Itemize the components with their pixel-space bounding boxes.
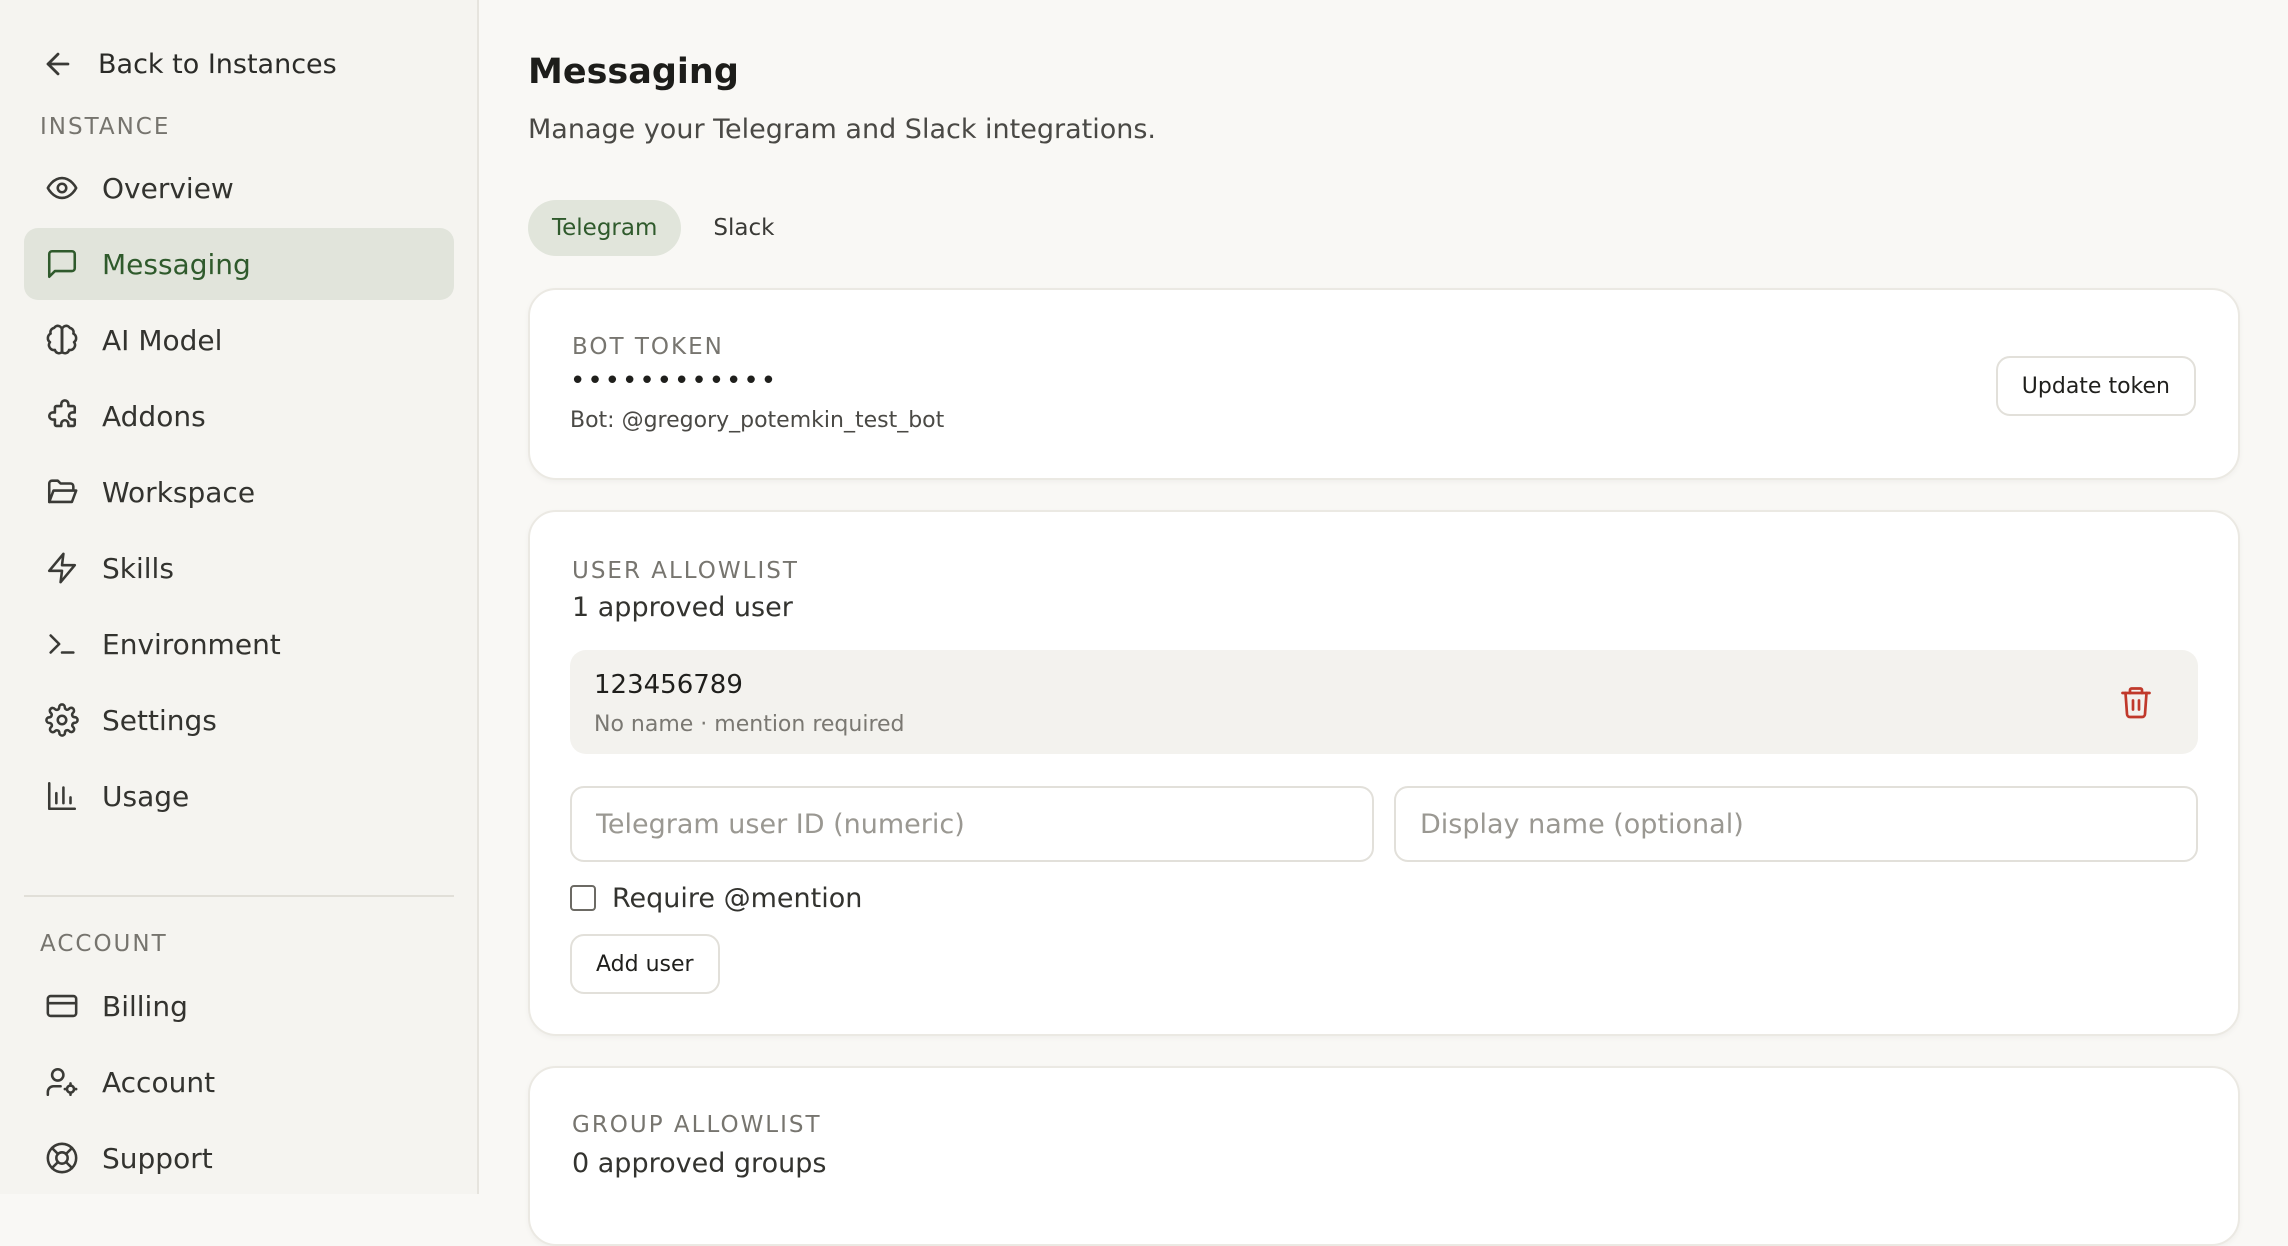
sidebar-item-label: Environment bbox=[102, 627, 281, 661]
back-to-instances-link[interactable]: Back to Instances bbox=[40, 42, 337, 86]
sidebar-item-label: Usage bbox=[102, 779, 190, 813]
sidebar-item-label: Addons bbox=[102, 399, 206, 433]
sidebar-item-account[interactable]: Account bbox=[24, 1046, 454, 1118]
approved-user-count: 1 approved user bbox=[572, 592, 793, 623]
sidebar-divider bbox=[24, 895, 454, 897]
sidebar-item-label: Messaging bbox=[102, 247, 251, 281]
sidebar-item-support[interactable]: Support bbox=[24, 1122, 454, 1194]
trash-icon[interactable] bbox=[2118, 684, 2154, 720]
page-subtitle: Manage your Telegram and Slack integrati… bbox=[528, 114, 1157, 145]
sidebar-item-label: Workspace bbox=[102, 475, 256, 509]
add-user-button[interactable]: Add user bbox=[570, 934, 720, 994]
credit-card-icon bbox=[44, 988, 80, 1024]
sidebar-item-billing[interactable]: Billing bbox=[24, 970, 454, 1042]
sidebar-item-label: Account bbox=[102, 1065, 216, 1099]
group-allowlist-card: GROUP ALLOWLIST 0 approved groups bbox=[528, 1066, 2240, 1246]
approved-group-count: 0 approved groups bbox=[572, 1148, 827, 1179]
user-id: 123456789 bbox=[594, 670, 743, 700]
life-buoy-icon bbox=[44, 1140, 80, 1176]
require-mention-checkbox[interactable] bbox=[570, 885, 596, 911]
sidebar-item-workspace[interactable]: Workspace bbox=[24, 456, 454, 528]
sidebar-item-skills[interactable]: Skills bbox=[24, 532, 454, 604]
bot-token-value: •••••••••••• bbox=[570, 366, 779, 396]
tab-telegram[interactable]: Telegram bbox=[528, 200, 682, 256]
bar-chart-icon bbox=[44, 778, 80, 814]
user-allowlist-label: USER ALLOWLIST bbox=[572, 558, 799, 584]
folder-open-icon bbox=[44, 474, 80, 510]
sidebar-item-label: Billing bbox=[102, 989, 188, 1023]
zap-icon bbox=[44, 550, 80, 586]
sidebar-item-ai-model[interactable]: AI Model bbox=[24, 304, 454, 376]
telegram-user-id-input[interactable] bbox=[570, 786, 1374, 862]
integration-tabs: Telegram Slack bbox=[528, 200, 798, 256]
sidebar-item-settings[interactable]: Settings bbox=[24, 684, 454, 756]
arrow-left-icon bbox=[40, 46, 76, 82]
back-link-label: Back to Instances bbox=[98, 48, 337, 80]
bot-token-label: BOT TOKEN bbox=[572, 334, 724, 360]
bot-username: Bot: @gregory_potemkin_test_bot bbox=[570, 408, 945, 433]
puzzle-icon bbox=[44, 398, 80, 434]
sidebar: Back to Instances INSTANCE Overview Mess… bbox=[0, 0, 479, 1194]
display-name-input[interactable] bbox=[1394, 786, 2198, 862]
brain-icon bbox=[44, 322, 80, 358]
require-mention-label: Require @mention bbox=[612, 882, 863, 914]
sidebar-item-usage[interactable]: Usage bbox=[24, 760, 454, 832]
group-allowlist-label: GROUP ALLOWLIST bbox=[572, 1112, 822, 1138]
message-square-icon bbox=[44, 246, 80, 282]
sidebar-item-overview[interactable]: Overview bbox=[24, 152, 454, 224]
eye-icon bbox=[44, 170, 80, 206]
terminal-icon bbox=[44, 626, 80, 662]
gear-icon bbox=[44, 702, 80, 738]
tab-slack[interactable]: Slack bbox=[689, 200, 798, 256]
require-mention-row: Require @mention bbox=[570, 880, 862, 916]
sidebar-item-environment[interactable]: Environment bbox=[24, 608, 454, 680]
instance-section-label: INSTANCE bbox=[40, 114, 171, 140]
sidebar-item-label: Settings bbox=[102, 703, 217, 737]
sidebar-item-label: Overview bbox=[102, 171, 234, 205]
page-title: Messaging bbox=[528, 52, 739, 92]
bot-token-card: BOT TOKEN Update token bbox=[528, 288, 2240, 480]
user-meta: No name · mention required bbox=[594, 712, 905, 737]
sidebar-item-label: Skills bbox=[102, 551, 174, 585]
sidebar-item-messaging[interactable]: Messaging bbox=[24, 228, 454, 300]
user-cog-icon bbox=[44, 1064, 80, 1100]
update-token-button[interactable]: Update token bbox=[1995, 356, 2196, 416]
sidebar-item-addons[interactable]: Addons bbox=[24, 380, 454, 452]
sidebar-item-label: Support bbox=[102, 1141, 213, 1175]
sidebar-item-label: AI Model bbox=[102, 323, 223, 357]
account-section-label: ACCOUNT bbox=[40, 931, 168, 957]
list-item: 123456789 No name · mention required bbox=[570, 650, 2198, 754]
user-allowlist-card: USER ALLOWLIST 1 approved user bbox=[528, 510, 2240, 1036]
